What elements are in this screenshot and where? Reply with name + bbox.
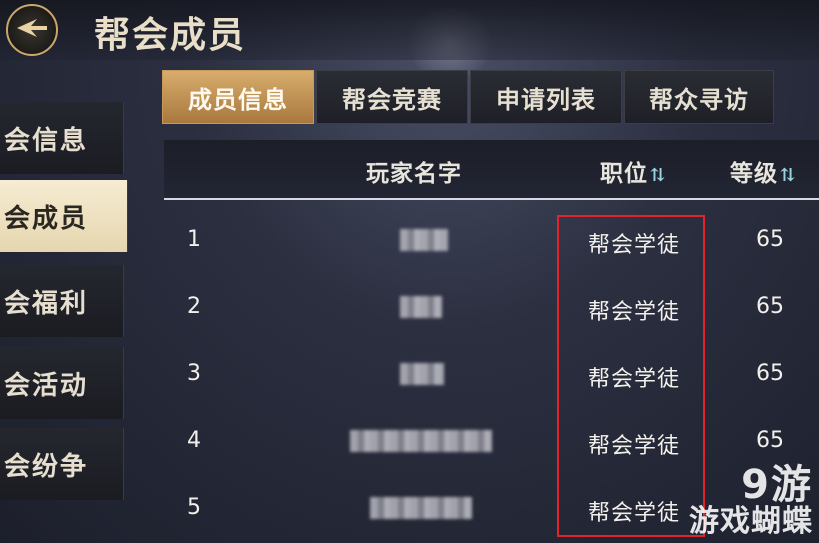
tab-label: 成员信息 <box>188 84 288 114</box>
column-header-level[interactable]: 等级 ⇅ <box>730 154 796 188</box>
column-label: 等级 <box>730 160 778 187</box>
column-label: 职位 <box>600 160 648 187</box>
table-row[interactable]: 2 帮会学徒 65 <box>164 274 819 341</box>
position-text: 帮会学徒 <box>588 233 681 258</box>
watermark-subtitle: 游戏蝴蝶 <box>689 504 813 539</box>
table-row[interactable]: 3 帮会学徒 65 <box>164 341 819 408</box>
player-name-blurred <box>370 497 472 519</box>
back-arrow-icon <box>15 17 49 43</box>
player-name-blurred <box>400 296 442 318</box>
tab-label: 申请列表 <box>496 84 596 114</box>
player-name-blurred <box>350 430 492 452</box>
watermark: 9游 游戏蝴蝶 <box>689 465 813 539</box>
sidebar-item-welfare[interactable]: 会福利 <box>0 265 124 337</box>
rank-number: 2 <box>187 294 201 319</box>
column-header-name: 玩家名字 <box>366 154 462 188</box>
tab-label: 帮众寻访 <box>649 84 749 114</box>
column-label: 玩家名字 <box>366 160 462 187</box>
rank-number: 3 <box>187 361 201 386</box>
position-text: 帮会学徒 <box>588 367 681 392</box>
sidebar-item-members[interactable]: 会成员 <box>0 180 128 252</box>
position-text: 帮会学徒 <box>588 300 681 325</box>
player-name-blurred <box>400 229 448 251</box>
sidebar-item-label: 会纷争 <box>4 451 89 482</box>
header-bar: 帮会成员 <box>0 0 819 60</box>
sidebar-item-dispute[interactable]: 会纷争 <box>0 428 124 500</box>
sidebar-item-info[interactable]: 会信息 <box>0 102 124 174</box>
sidebar-item-label: 会信息 <box>4 125 89 156</box>
sidebar-item-label: 会活动 <box>4 370 89 401</box>
watermark-logo: 9游 <box>741 462 813 508</box>
tab-guild-contest[interactable]: 帮会竞赛 <box>316 70 468 124</box>
position-text: 帮会学徒 <box>588 501 681 526</box>
player-name-blurred <box>400 363 444 385</box>
tab-member-search[interactable]: 帮众寻访 <box>624 70 774 124</box>
position-text: 帮会学徒 <box>588 434 681 459</box>
sort-icon: ⇅ <box>780 165 797 186</box>
level-text: 65 <box>756 294 784 319</box>
level-text: 65 <box>756 227 784 252</box>
page-title: 帮会成员 <box>94 14 247 56</box>
level-text: 65 <box>756 428 784 453</box>
sidebar-item-activity[interactable]: 会活动 <box>0 347 124 419</box>
tab-label: 帮会竞赛 <box>342 84 442 114</box>
rank-number: 1 <box>187 227 201 252</box>
tab-member-info[interactable]: 成员信息 <box>162 70 314 124</box>
table-row[interactable]: 1 帮会学徒 65 <box>164 207 819 274</box>
sidebar-item-label: 会福利 <box>4 288 89 319</box>
column-header-position[interactable]: 职位 ⇅ <box>600 154 666 188</box>
tab-application-list[interactable]: 申请列表 <box>470 70 622 124</box>
sidebar-item-label: 会成员 <box>4 203 89 234</box>
table-header: 玩家名字 职位 ⇅ 等级 ⇅ <box>164 140 819 200</box>
rank-number: 4 <box>187 428 201 453</box>
sort-icon: ⇅ <box>650 165 667 186</box>
level-text: 65 <box>756 361 784 386</box>
back-button[interactable] <box>6 4 58 56</box>
rank-number: 5 <box>187 495 201 520</box>
